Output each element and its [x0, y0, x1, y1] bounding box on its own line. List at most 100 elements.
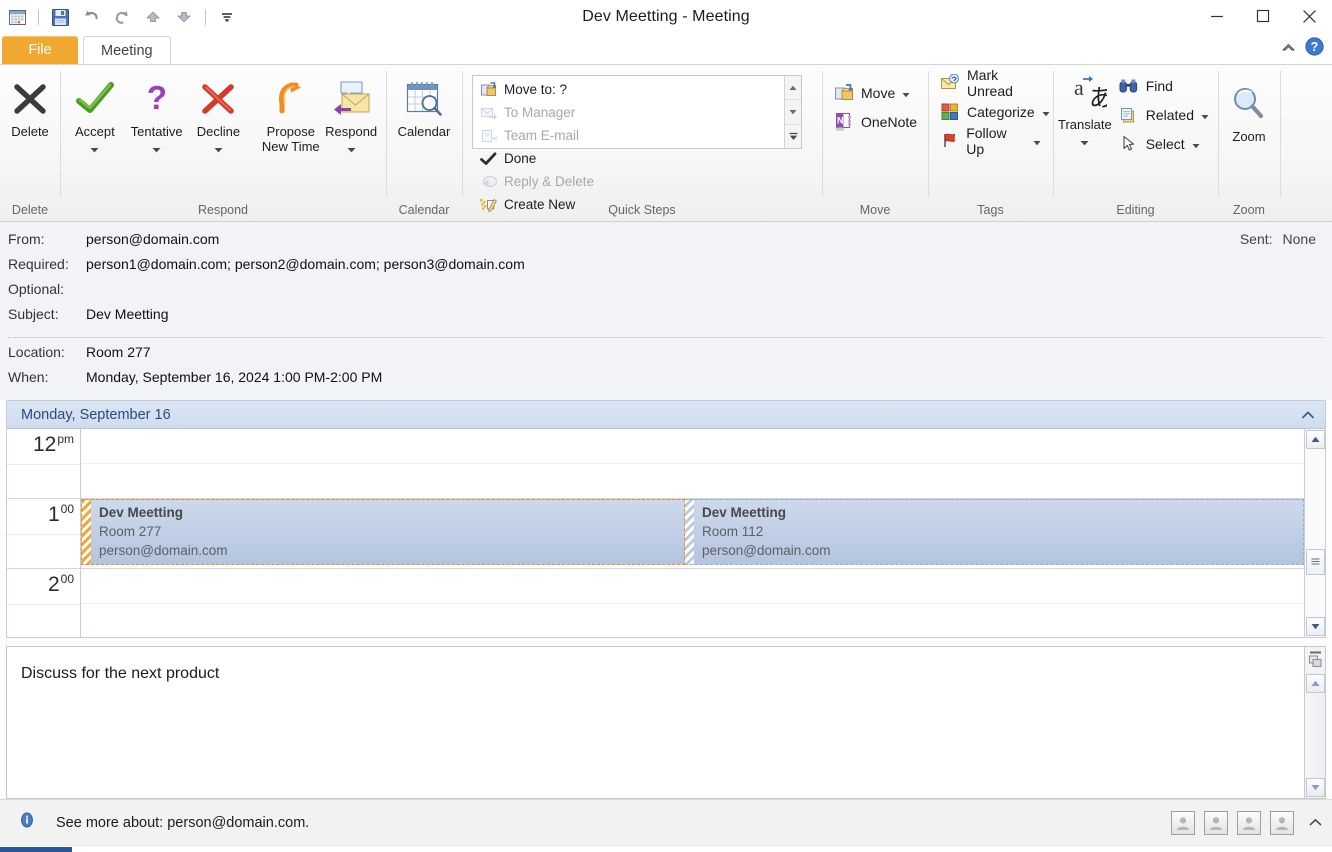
move-dropdown-icon[interactable] [902, 85, 910, 101]
quick-step-to-manager[interactable]: To Manager [477, 101, 635, 124]
select-button[interactable]: Select [1112, 130, 1216, 157]
calendar-scroll-track[interactable] [1305, 450, 1325, 616]
redo-icon[interactable] [109, 5, 135, 29]
related-button[interactable]: Related [1112, 101, 1216, 128]
respond-dropdown-icon[interactable] [347, 140, 356, 158]
meeting-body[interactable]: Discuss for the next product [6, 646, 1305, 799]
location-value[interactable]: Room 277 [86, 344, 151, 360]
ribbon-group-filler [1280, 65, 1332, 221]
categorize-label: Categorize [967, 104, 1035, 120]
ribbon-group-quick-steps-label: Quick Steps [462, 199, 822, 221]
appointment-busy-stripe [82, 500, 91, 564]
decline-button[interactable]: Decline [189, 71, 249, 158]
team-email-icon [480, 127, 497, 144]
body-scroll-down-button[interactable] [1306, 778, 1325, 797]
header-row-subject: Subject: Dev Meetting [0, 306, 1332, 331]
customize-qat-icon[interactable] [214, 5, 240, 29]
title-bar: Dev Meetting - Meeting [0, 0, 1332, 34]
ribbon-group-quick-steps: Move to: ? To Manager [462, 65, 822, 221]
close-button[interactable] [1286, 0, 1332, 32]
tab-meeting[interactable]: Meeting [83, 36, 171, 64]
translate-dropdown-icon[interactable] [1080, 133, 1089, 151]
quick-step-to-manager-label: To Manager [504, 105, 575, 120]
calendar-scroll-up-button[interactable] [1306, 430, 1325, 449]
delete-x-icon [10, 76, 50, 122]
sent-label: Sent: [1240, 231, 1273, 247]
quick-step-team-email[interactable]: Team E-mail [477, 124, 635, 147]
minimize-button[interactable] [1194, 0, 1240, 32]
related-dropdown-icon[interactable] [1201, 107, 1209, 123]
tentative-dropdown-icon[interactable] [152, 140, 161, 158]
people-pane-expand-icon[interactable] [1309, 814, 1322, 832]
time-slot-12pm: 12pm [7, 429, 80, 499]
previous-item-icon[interactable] [140, 5, 166, 29]
maximize-button[interactable] [1240, 0, 1286, 32]
calendar-search-icon [402, 76, 446, 122]
calendar-scrollbar[interactable] [1304, 429, 1325, 637]
calendar-scroll-down-button[interactable] [1306, 617, 1325, 636]
quick-steps-scroll-down[interactable] [785, 100, 801, 124]
quick-step-move-to[interactable]: Move to: ? [477, 78, 635, 101]
calendar-button[interactable]: Calendar [391, 71, 457, 139]
categorize-button[interactable]: Categorize [933, 98, 1057, 125]
select-dropdown-icon[interactable] [1192, 136, 1200, 152]
save-icon[interactable] [47, 5, 73, 29]
split-window-icon[interactable] [1306, 647, 1325, 673]
location-label: Location: [8, 344, 86, 360]
respond-button[interactable]: Respond [321, 71, 381, 158]
propose-new-time-button[interactable]: Propose New Time [250, 71, 331, 154]
zoom-button-label: Zoom [1232, 129, 1265, 144]
quick-step-done[interactable]: Done [477, 147, 635, 170]
mark-unread-button[interactable]: Mark Unread [933, 69, 1048, 96]
ribbon-group-tags-label: Tags [928, 199, 1053, 221]
follow-up-dropdown-icon[interactable] [1033, 133, 1041, 149]
svg-text:?: ? [1311, 40, 1319, 54]
onenote-button[interactable]: N OneNote [827, 108, 924, 135]
zoom-magnifier-icon [1229, 81, 1269, 127]
follow-up-button[interactable]: Follow Up [933, 127, 1048, 154]
body-scroll-track[interactable] [1305, 694, 1325, 777]
calendar-collapse-icon[interactable] [1301, 408, 1315, 424]
find-button[interactable]: Find [1112, 72, 1216, 99]
quick-steps-more[interactable] [785, 125, 801, 148]
quick-steps-scroll-up[interactable] [785, 76, 801, 100]
from-value[interactable]: person@domain.com [86, 231, 219, 247]
body-scrollbar[interactable] [1305, 646, 1326, 799]
appointment-title-1: Dev Meetting [99, 504, 228, 522]
tentative-button[interactable]: ? Tentative [127, 71, 187, 158]
ribbon: Delete Delete Accept [0, 64, 1332, 222]
appointment-block-1[interactable]: Dev Meetting Room 277 person@domain.com [81, 499, 685, 565]
next-item-icon[interactable] [171, 5, 197, 29]
contact-avatar-3[interactable] [1237, 811, 1261, 835]
quick-step-reply-delete[interactable]: Reply & Delete [477, 170, 635, 193]
decline-dropdown-icon[interactable] [214, 140, 223, 158]
appointment-text-1: Dev Meetting Room 277 person@domain.com [91, 500, 228, 564]
collapse-ribbon-icon[interactable] [1281, 40, 1296, 58]
calendar-scroll-thumb[interactable] [1306, 549, 1325, 575]
ribbon-group-move-label: Move [822, 199, 928, 221]
quick-steps-scrollbar[interactable] [784, 76, 801, 148]
accept-dropdown-icon[interactable] [90, 140, 99, 158]
subject-value[interactable]: Dev Meetting [86, 306, 168, 322]
categorize-dropdown-icon[interactable] [1042, 104, 1050, 120]
when-value[interactable]: Monday, September 16, 2024 1:00 PM-2:00 … [86, 369, 382, 385]
calendar-icon[interactable] [4, 5, 30, 29]
move-button[interactable]: Move [827, 79, 917, 106]
translate-button[interactable]: a あ Translate [1058, 69, 1112, 151]
help-icon[interactable]: ? [1305, 37, 1324, 61]
zoom-button[interactable]: Zoom [1223, 71, 1275, 144]
ribbon-group-tags: Mark Unread Categorize [928, 65, 1053, 221]
appointment-block-2[interactable]: Dev Meetting Room 112 person@domain.com [685, 499, 1304, 565]
contact-avatar-1[interactable] [1171, 811, 1195, 835]
undo-icon[interactable] [78, 5, 104, 29]
accept-button[interactable]: Accept [65, 71, 125, 158]
required-value[interactable]: person1@domain.com; person2@domain.com; … [86, 256, 525, 272]
tab-file[interactable]: File [2, 36, 78, 64]
calendar-grid[interactable]: Dev Meetting Room 277 person@domain.com … [81, 429, 1304, 637]
contact-avatar-2[interactable] [1204, 811, 1228, 835]
delete-button[interactable]: Delete [5, 71, 55, 139]
contact-avatar-4[interactable] [1270, 811, 1294, 835]
move-folder-icon [834, 83, 854, 103]
header-row-required: Required: person1@domain.com; person2@do… [0, 256, 1332, 281]
body-scroll-up-button[interactable] [1306, 674, 1325, 693]
